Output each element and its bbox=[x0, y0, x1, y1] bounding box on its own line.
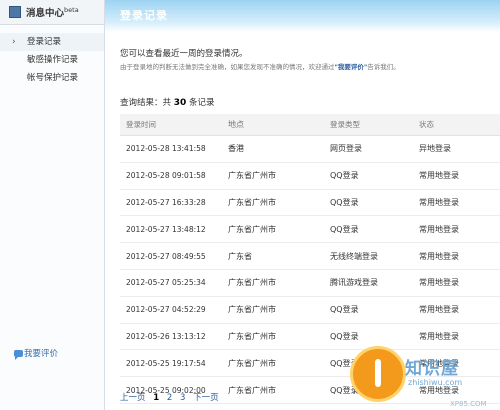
watermark: 知识屋 zhishiwu.com XP85.COM bbox=[350, 346, 500, 410]
cell-location: 广东省广州市 bbox=[227, 296, 329, 324]
feedback-inline-link[interactable]: "我要评价" bbox=[335, 63, 368, 71]
page-link[interactable]: 2 bbox=[167, 393, 172, 403]
cell-time: 2012-05-27 13:48:12 bbox=[120, 215, 227, 244]
prev-page-link[interactable]: 上一页 bbox=[120, 393, 146, 403]
cell-type: QQ登录 bbox=[329, 162, 418, 190]
cell-type: 腾讯游戏登录 bbox=[329, 269, 418, 297]
cell-location: 广东省广州市 bbox=[227, 189, 329, 217]
sidebar-item-sensitive-ops[interactable]: 敏感操作记录 bbox=[0, 51, 104, 69]
sidebar-item-label: 帐号保护记录 bbox=[27, 73, 79, 83]
cell-type: QQ登录 bbox=[329, 189, 418, 217]
cell-time: 2012-05-28 13:41:58 bbox=[120, 135, 227, 163]
table-row: 2012-05-27 08:49:55 广东省 无线终端登录 常用地登录 bbox=[120, 242, 500, 270]
cell-location: 广东省广州市 bbox=[227, 269, 329, 297]
cell-status: 常用地登录 bbox=[418, 215, 500, 244]
table-row: 2012-05-27 16:33:28 广东省广州市 QQ登录 常用地登录 bbox=[120, 189, 500, 217]
pagination: 上一页 1 2 3 下一页 bbox=[120, 391, 224, 403]
cell-type: 网页登录 bbox=[329, 135, 418, 163]
watermark-text: 知识屋 bbox=[405, 359, 459, 379]
cell-time: 2012-05-27 04:52:29 bbox=[120, 296, 227, 324]
watermark-logo-icon bbox=[350, 346, 406, 402]
cell-time: 2012-05-27 08:49:55 bbox=[120, 242, 227, 270]
page-banner: 登录记录 bbox=[105, 0, 500, 32]
intro-text: 您可以查看最近一周的登录情况。 bbox=[120, 49, 248, 59]
table-header-row: 登录时间 地点 登录类型 状态 bbox=[120, 114, 500, 136]
sidebar-item-account-protection[interactable]: 帐号保护记录 bbox=[0, 69, 104, 87]
page-link-current[interactable]: 1 bbox=[153, 393, 159, 403]
message-center-icon bbox=[9, 6, 21, 18]
cell-status: 常用地登录 bbox=[418, 269, 500, 297]
cell-location: 广东省广州市 bbox=[227, 376, 329, 404]
sidebar-header: 消息中心beta bbox=[0, 0, 104, 25]
cell-location: 广东省广州市 bbox=[227, 162, 329, 190]
intro-note: 由于登录地的判断无法做到完全准确，如果您发现不准确的情况，欢迎通过"我要评价"告… bbox=[120, 63, 400, 71]
table-row: 2012-05-27 04:52:29 广东省广州市 QQ登录 常用地登录 bbox=[120, 296, 500, 324]
cell-time: 2012-05-27 05:25:34 bbox=[120, 269, 227, 297]
speech-bubble-icon bbox=[14, 349, 23, 360]
column-header-type: 登录类型 bbox=[329, 114, 418, 136]
cell-location: 广东省广州市 bbox=[227, 215, 329, 244]
cell-status: 常用地登录 bbox=[418, 242, 500, 270]
cell-type: QQ登录 bbox=[329, 215, 418, 244]
table-row: 2012-05-28 09:01:58 广东省广州市 QQ登录 常用地登录 bbox=[120, 162, 500, 190]
watermark-sub: zhishiwu.com bbox=[408, 378, 463, 387]
column-header-status: 状态 bbox=[418, 114, 500, 136]
cell-status: 异地登录 bbox=[418, 135, 500, 163]
result-count: 30 bbox=[173, 98, 187, 108]
table-row: 2012-05-28 13:41:58 香港 网页登录 异地登录 bbox=[120, 135, 500, 163]
cell-location: 广东省 bbox=[227, 242, 329, 270]
cell-location: 广东省广州市 bbox=[227, 349, 329, 378]
sidebar-item-label: 敏感操作记录 bbox=[27, 55, 79, 65]
feedback-label: 我要评价 bbox=[24, 349, 59, 359]
cell-time: 2012-05-26 13:13:12 bbox=[120, 323, 227, 351]
cell-status: 常用地登录 bbox=[418, 162, 500, 190]
sidebar-nav: › 登录记录 敏感操作记录 帐号保护记录 bbox=[0, 25, 104, 87]
result-summary: 查询结果：共 30 条记录 bbox=[120, 98, 215, 108]
page-link[interactable]: 3 bbox=[180, 393, 185, 403]
column-header-time: 登录时间 bbox=[120, 114, 227, 136]
cell-status: 常用地登录 bbox=[418, 296, 500, 324]
table-row: 2012-05-27 13:48:12 广东省广州市 QQ登录 常用地登录 bbox=[120, 215, 500, 244]
feedback-link[interactable]: 我要评价 bbox=[14, 347, 59, 360]
cell-time: 2012-05-28 09:01:58 bbox=[120, 162, 227, 190]
column-header-location: 地点 bbox=[227, 114, 329, 136]
cell-type: QQ登录 bbox=[329, 296, 418, 324]
sidebar-title: 消息中心beta bbox=[26, 5, 79, 19]
cell-type: 无线终端登录 bbox=[329, 242, 418, 270]
sidebar-item-label: 登录记录 bbox=[27, 37, 62, 47]
sidebar: 消息中心beta › 登录记录 敏感操作记录 帐号保护记录 我要评价 bbox=[0, 0, 105, 410]
cell-time: 2012-05-25 19:17:54 bbox=[120, 349, 227, 378]
cell-location: 香港 bbox=[227, 135, 329, 163]
cell-time: 2012-05-27 16:33:28 bbox=[120, 189, 227, 217]
next-page-link[interactable]: 下一页 bbox=[193, 393, 219, 403]
chevron-right-icon: › bbox=[12, 37, 16, 47]
page-title: 登录记录 bbox=[120, 9, 168, 22]
cell-location: 广东省广州市 bbox=[227, 323, 329, 351]
cell-status: 常用地登录 bbox=[418, 189, 500, 217]
sidebar-item-login-records[interactable]: › 登录记录 bbox=[0, 33, 104, 51]
watermark-url: XP85.COM bbox=[450, 400, 487, 408]
table-row: 2012-05-27 05:25:34 广东省广州市 腾讯游戏登录 常用地登录 bbox=[120, 269, 500, 297]
